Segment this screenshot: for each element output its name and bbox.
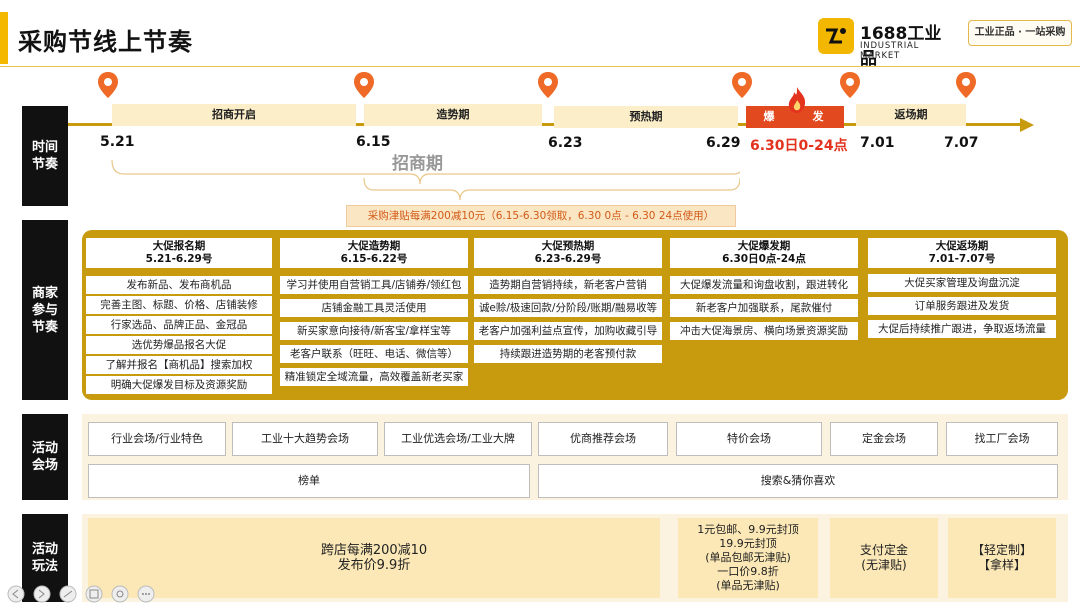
task-cell: 诚e赊/极速回款/分阶段/账期/融易收等 <box>474 299 662 317</box>
task-cell: 大促后持续推广跟进，争取返场流量 <box>868 320 1056 338</box>
location-pin-icon <box>354 72 374 98</box>
task-cell: 学习并使用自营销工具/店铺券/领红包 <box>280 276 468 294</box>
venue-find-factory[interactable]: 找工厂会场 <box>946 422 1058 456</box>
task-cell: 完善主图、标题、价格、店铺装修 <box>86 296 272 314</box>
venue-deposit[interactable]: 定金会场 <box>830 422 938 456</box>
play-cross-store: 跨店每满200减10 发布价9.9折 <box>88 518 660 598</box>
venue-search-guess[interactable]: 搜索&猜你喜欢 <box>538 464 1058 498</box>
play-deposit: 支付定金 (无津贴) <box>830 518 938 598</box>
location-pin-icon <box>538 72 558 98</box>
subsidy-banner: 采购津贴每满200减10元（6.15-6.30领取，6.30 0点 - 6.30… <box>346 205 736 227</box>
column-header: 大促预热期 6.23-6.29号 <box>474 238 662 268</box>
venue-ranking[interactable]: 榜单 <box>88 464 530 498</box>
merchant-column-warmup: 大促预热期 6.23-6.29号 造势期自营销持续，新老客户营销 诚e赊/极速回… <box>474 238 662 363</box>
phase-warmup: 预热期 <box>554 106 738 128</box>
section-label-timeline: 时间 节奏 <box>22 106 68 206</box>
column-header: 大促返场期 7.01-7.07号 <box>868 238 1056 268</box>
column-title: 大促报名期 <box>152 240 206 252</box>
slide-controls[interactable] <box>6 584 156 604</box>
section-label-venue: 活动 会场 <box>22 414 68 500</box>
column-header: 大促报名期 5.21-6.29号 <box>86 238 272 268</box>
period-brace <box>111 160 740 201</box>
column-dates: 6.30日0点-24点 <box>722 253 806 265</box>
column-title: 大促造势期 <box>347 240 401 252</box>
task-cell: 新老客户加强联系，尾款催付 <box>670 299 858 317</box>
task-cell: 订单服务跟进及发货 <box>868 297 1056 315</box>
slogan-badge: 工业正品 · 一站采购 <box>968 20 1072 46</box>
task-cell: 冲击大促海景房、横向场景资源奖励 <box>670 322 858 340</box>
phase-recruit: 招商开启 <box>112 104 356 126</box>
task-cell: 新买家意向接待/新客宝/拿样宝等 <box>280 322 468 340</box>
column-dates: 6.23-6.29号 <box>534 253 602 265</box>
date-label: 6.23 <box>548 135 583 151</box>
task-cell: 选优势爆品报名大促 <box>86 336 272 354</box>
fire-icon <box>786 86 808 118</box>
task-cell: 明确大促爆发目标及资源奖励 <box>86 376 272 394</box>
task-cell: 店铺金融工具灵活使用 <box>280 299 468 317</box>
task-cell: 大促买家管理及询盘沉淀 <box>868 274 1056 292</box>
play-free-shipping: 1元包邮、9.9元封顶 19.9元封顶 (单品包邮无津贴) 一口价9.8折 (单… <box>678 518 818 598</box>
play-custom-sample: 【轻定制】 【拿样】 <box>948 518 1056 598</box>
task-cell: 精准锁定全域流量，高效覆盖新老买家 <box>280 368 468 386</box>
date-label: 5.21 <box>100 134 135 150</box>
location-pin-icon <box>732 72 752 98</box>
column-title: 大促返场期 <box>935 240 989 252</box>
location-pin-icon <box>840 72 860 98</box>
merchant-column-return: 大促返场期 7.01-7.07号 大促买家管理及询盘沉淀 订单服务跟进及发货 大… <box>868 238 1056 338</box>
column-title: 大促预热期 <box>541 240 595 252</box>
task-cell: 了解并报名【商机品】搜索加权 <box>86 356 272 374</box>
date-label: 7.01 <box>860 135 895 151</box>
task-cell: 行家选品、品牌正品、金冠品 <box>86 316 272 334</box>
merchant-column-burst: 大促爆发期 6.30日0点-24点 大促爆发流量和询盘收割，跟进转化 新老客户加… <box>670 238 858 340</box>
task-cell: 造势期自营销持续，新老客户营销 <box>474 276 662 294</box>
brand-logo: 1688工业品 INDUSTRIAL MARKET <box>818 18 958 69</box>
column-dates: 7.01-7.07号 <box>928 253 996 265</box>
merchant-column-buildup: 大促造势期 6.15-6.22号 学习并使用自营销工具/店铺券/领红包 店铺金融… <box>280 238 468 386</box>
location-pin-icon <box>98 72 118 98</box>
logo-subtext: INDUSTRIAL MARKET <box>860 41 920 61</box>
location-pin-icon <box>956 72 976 98</box>
logo-mark-icon <box>818 18 854 54</box>
column-dates: 6.15-6.22号 <box>340 253 408 265</box>
task-cell: 发布新品、发布商机品 <box>86 276 272 294</box>
column-header: 大促造势期 6.15-6.22号 <box>280 238 468 268</box>
venue-recommended[interactable]: 优商推荐会场 <box>538 422 668 456</box>
page-title: 采购节线上节奏 <box>18 28 193 56</box>
section-label-merchant: 商家 参与 节奏 <box>22 220 68 400</box>
task-cell: 老客户联系（旺旺、电话、微信等） <box>280 345 468 363</box>
date-label: 6.15 <box>356 134 391 150</box>
column-dates: 5.21-6.29号 <box>145 253 213 265</box>
venue-special-price[interactable]: 特价会场 <box>676 422 822 456</box>
date-label: 6.29 <box>706 135 741 151</box>
merchant-column-signup: 大促报名期 5.21-6.29号 发布新品、发布商机品 完善主图、标题、价格、店… <box>86 238 272 394</box>
venue-preferred[interactable]: 工业优选会场/工业大牌 <box>384 422 532 456</box>
title-accent-bar <box>0 12 8 64</box>
phase-return: 返场期 <box>856 104 966 126</box>
date-label-burst: 6.30日0-24点 <box>750 138 848 154</box>
venue-industry[interactable]: 行业会场/行业特色 <box>88 422 226 456</box>
phase-buildup: 造势期 <box>364 104 542 126</box>
column-title: 大促爆发期 <box>737 240 791 252</box>
column-header: 大促爆发期 6.30日0点-24点 <box>670 238 858 268</box>
timeline-arrowhead <box>1020 118 1034 132</box>
task-cell: 持续跟进造势期的老客预付款 <box>474 345 662 363</box>
venue-trends[interactable]: 工业十大趋势会场 <box>232 422 378 456</box>
task-cell: 老客户加强利益点宣传，加购收藏引导 <box>474 322 662 340</box>
date-label: 7.07 <box>944 135 979 151</box>
task-cell: 大促爆发流量和询盘收割，跟进转化 <box>670 276 858 294</box>
